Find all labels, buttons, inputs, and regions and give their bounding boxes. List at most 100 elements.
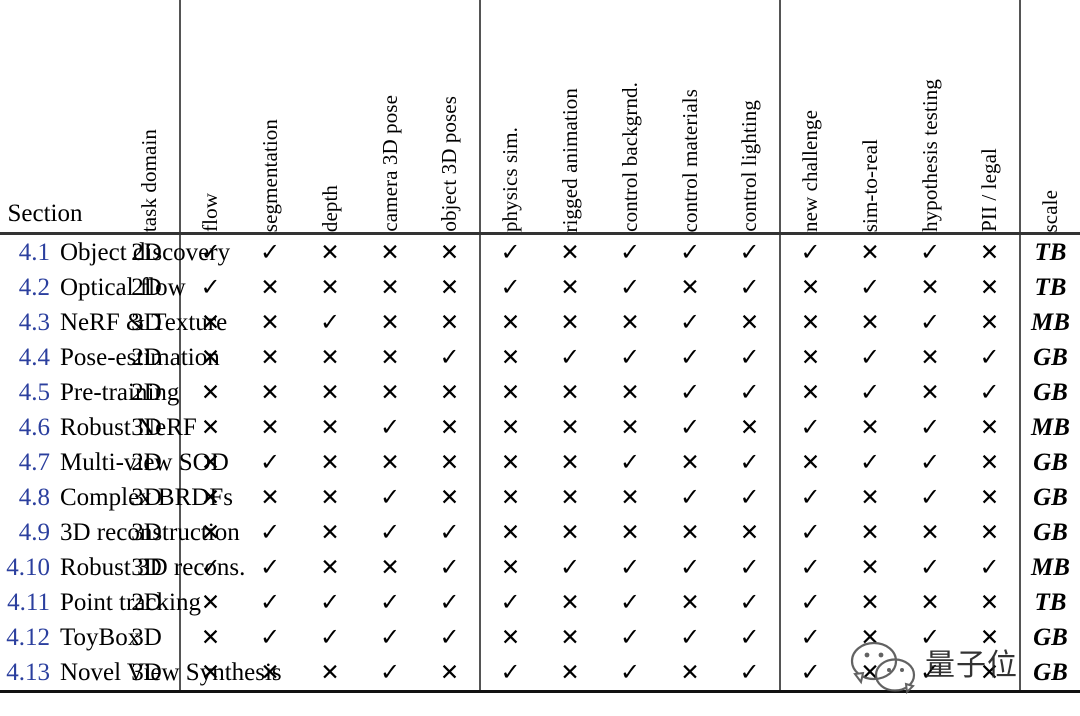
cross-icon: ✕ [620,415,640,440]
row-section-name: Optical flow [60,274,186,301]
cell-cross-icon: ✕ [360,445,420,480]
cell-check-icon: ✓ [900,550,960,585]
cross-icon: ✕ [739,520,760,545]
row-section-number[interactable]: 4.9 [0,515,60,550]
row-scale: MB [1031,554,1070,581]
cell-cross-icon: ✕ [300,375,360,410]
check-icon: ✓ [979,554,1000,581]
cross-icon: ✕ [680,660,700,685]
row-section-number[interactable]: 4.8 [0,480,60,515]
cross-icon: ✕ [200,450,221,475]
row-section-number[interactable]: 4.7 [0,445,60,480]
cell-cross-icon: ✕ [960,270,1021,305]
cell-cross-icon: ✕ [360,550,420,585]
cell-check-icon: ✓ [960,550,1021,585]
cross-icon: ✕ [439,485,460,510]
comparison-table: Section task domain flow segmentation de… [0,0,1080,697]
row-section-number[interactable]: 4.13 [0,655,60,692]
cell-check-icon: ✓ [360,620,420,655]
cell-cross-icon: ✕ [840,480,900,515]
cell-check-icon: ✓ [900,480,960,515]
row-section-name: Robust NeRF [60,414,197,441]
header-label-control-backgrnd: control backgrnd. [617,82,642,232]
cell-cross-icon: ✕ [360,234,420,271]
row-section-number[interactable]: 4.5 [0,375,60,410]
cross-icon: ✕ [920,380,940,405]
cell-cross-icon: ✕ [540,445,600,480]
cell-check-icon: ✓ [900,410,960,445]
cell-check-icon: ✓ [840,270,900,305]
check-icon: ✓ [500,589,521,616]
cross-icon: ✕ [680,450,700,475]
check-icon: ✓ [739,624,760,651]
cross-icon: ✕ [500,450,521,475]
cell-cross-icon: ✕ [420,480,481,515]
row-section-number[interactable]: 4.11 [0,585,60,620]
table-row: 4.10 Robust 3D recons. 3D ✓ ✓ ✕ ✕ ✓ ✕ ✓ ✓ ✓ ✓ ✓ ✕ ✓ ✓ MB [0,550,1080,585]
cell-cross-icon: ✕ [600,480,660,515]
row-section-number[interactable]: 4.1 [0,234,60,271]
check-icon: ✓ [679,554,701,581]
check-icon: ✓ [739,449,760,476]
row-scale: MB [1031,414,1070,441]
cell-cross-icon: ✕ [540,234,600,271]
cell-cross-icon: ✕ [540,270,600,305]
check-icon: ✓ [739,344,760,371]
row-section-number[interactable]: 4.10 [0,550,60,585]
cell-cross-icon: ✕ [240,340,300,375]
cell-cross-icon: ✕ [360,340,420,375]
cell-cross-icon: ✕ [480,340,540,375]
cell-check-icon: ✓ [660,410,720,445]
header-label-hypothesis-testing: hypothesis testing [917,79,942,232]
header-rigged-animation: rigged animation [540,0,600,235]
row-scale: TB [1034,274,1067,301]
check-icon: ✓ [919,414,941,441]
cell-cross-icon: ✕ [300,655,360,692]
row-section-number[interactable]: 4.6 [0,410,60,445]
table-row: 4.1 Object discovery 2D ✓ ✓ ✕ ✕ ✕ ✓ ✕ ✓ ✓ ✓ ✓ ✕ ✓ ✕ TB [0,233,1080,271]
cell-cross-icon: ✕ [360,270,420,305]
check-icon: ✓ [919,449,941,476]
cross-icon: ✕ [979,590,1000,615]
row-scale: MB [1031,309,1070,336]
cell-cross-icon: ✕ [360,305,420,340]
check-icon: ✓ [619,554,641,581]
cross-icon: ✕ [320,345,340,370]
row-section-number[interactable]: 4.4 [0,340,60,375]
check-icon: ✓ [800,484,821,511]
cross-icon: ✕ [979,485,1000,510]
header-scale: scale [1020,0,1080,235]
check-icon: ✓ [979,379,1000,406]
row-section-number[interactable]: 4.3 [0,305,60,340]
cross-icon: ✕ [800,310,821,335]
cell-check-icon: ✓ [360,655,420,692]
cell-cross-icon: ✕ [960,655,1021,692]
cross-icon: ✕ [680,520,700,545]
check-icon: ✓ [679,239,701,266]
table-body: 4.1 Object discovery 2D ✓ ✓ ✕ ✕ ✕ ✓ ✕ ✓ ✓ ✓ ✓ ✕ ✓ ✕ TB 4.2… [0,233,1080,697]
cross-icon: ✕ [860,590,880,615]
cross-icon: ✕ [800,380,821,405]
cell-cross-icon: ✕ [300,445,360,480]
check-icon: ✓ [500,659,521,686]
cell-check-icon: ✓ [780,480,840,515]
cross-icon: ✕ [560,625,580,650]
header-label-task-domain: task domain [137,128,161,232]
check-icon: ✓ [800,519,821,546]
cell-cross-icon: ✕ [720,305,781,340]
cross-icon: ✕ [500,520,521,545]
cross-icon: ✕ [200,380,221,405]
cross-icon: ✕ [439,415,460,440]
check-icon: ✓ [619,239,641,266]
cross-icon: ✕ [560,590,580,615]
cell-check-icon: ✓ [360,585,420,620]
row-section-number[interactable]: 4.12 [0,620,60,655]
cell-cross-icon: ✕ [180,375,240,410]
row-section-name: ToyBox [60,624,141,651]
header-label-control-materials: control materials [677,88,702,232]
cross-icon: ✕ [739,310,760,335]
cross-icon: ✕ [560,380,580,405]
row-section-number[interactable]: 4.2 [0,270,60,305]
row-section-name: NeRF & Texture [60,309,228,336]
cell-check-icon: ✓ [240,234,300,271]
